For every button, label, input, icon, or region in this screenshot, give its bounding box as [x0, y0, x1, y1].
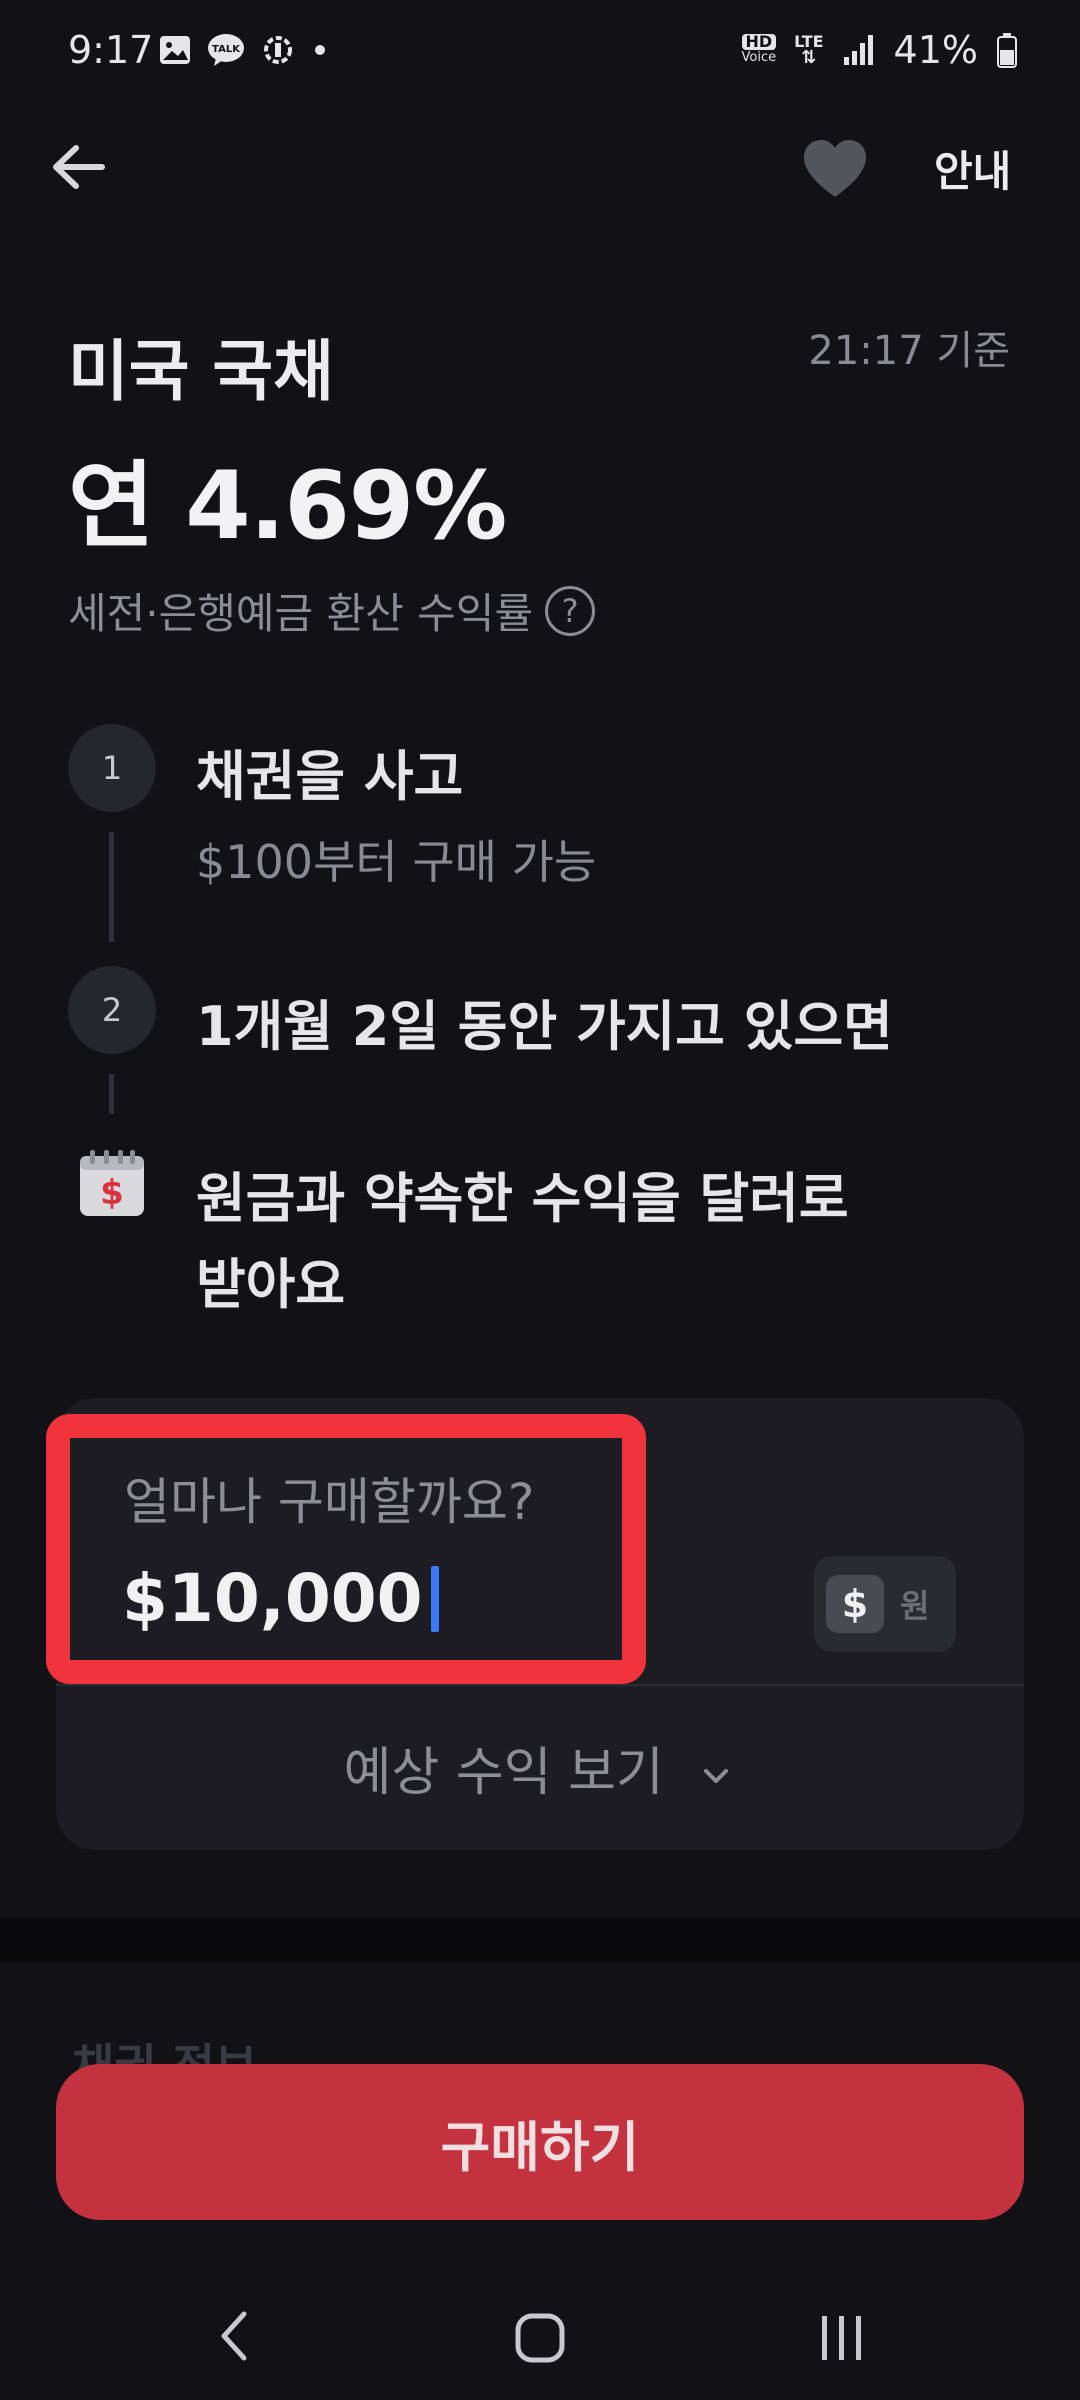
section-divider — [0, 1918, 1080, 1962]
battery-percent: 41% — [893, 28, 978, 72]
info-button[interactable]: 안내 — [934, 138, 1011, 199]
battery-icon — [997, 33, 1017, 68]
gallery-icon — [160, 36, 190, 64]
help-icon[interactable]: ? — [545, 585, 596, 636]
buy-button[interactable]: 구매하기 — [56, 2064, 1024, 2220]
annual-rate: 연 4.69% — [68, 452, 507, 561]
signal-icon — [843, 35, 873, 65]
system-nav-bar — [0, 2270, 1080, 2400]
currency-usd-option[interactable]: $ — [826, 1575, 884, 1633]
heart-icon — [804, 140, 866, 197]
lte-icon: LTE ⇅ — [794, 32, 824, 68]
step-1-title: 채권을 사고 — [196, 745, 464, 808]
notification-icons: TALK — [158, 32, 330, 68]
step-1-subtitle: $100부터 구매 가능 — [196, 835, 597, 889]
status-time: 9:17 — [68, 28, 154, 72]
hd-voice-icon: HD Voice — [741, 34, 777, 66]
expected-return-toggle[interactable]: 예상 수익 보기 — [56, 1730, 1024, 1805]
rate-note-text: 세전·은행예금 환산 수익률 — [68, 589, 534, 638]
dot-icon — [315, 45, 325, 55]
step-3-title-line1: 원금과 약속한 수익을 달러로 — [196, 1167, 849, 1230]
back-button[interactable] — [40, 130, 120, 210]
step-2-number: 2 — [68, 966, 156, 1054]
basis-time: 21:17 기준 — [808, 328, 1010, 374]
system-home-icon[interactable] — [512, 2310, 568, 2366]
settings-sync-icon — [264, 36, 292, 64]
talk-icon: TALK — [208, 34, 244, 66]
system-recents-icon[interactable] — [812, 2310, 872, 2366]
step-connector — [109, 1074, 114, 1114]
status-bar: 9:17 TALK HD Voice LTE ⇅ 41% — [0, 0, 1080, 110]
favorite-button[interactable] — [800, 135, 870, 205]
talk-badge: TALK — [212, 44, 241, 55]
system-back-icon[interactable] — [210, 2306, 260, 2366]
chevron-down-icon — [704, 1769, 729, 1783]
product-title: 미국 국채 — [68, 333, 334, 410]
step-connector — [109, 832, 114, 942]
calendar-dollar-icon: $ — [80, 1150, 144, 1216]
voice-label: Voice — [741, 50, 777, 65]
card-divider — [56, 1684, 1024, 1686]
rate-note: 세전·은행예금 환산 수익률 ? — [68, 580, 596, 641]
hd-label: HD — [741, 34, 777, 50]
currency-toggle[interactable]: $ 원 — [814, 1556, 956, 1652]
expected-return-label: 예상 수익 보기 — [343, 1743, 664, 1803]
svg-text:$: $ — [100, 1173, 124, 1213]
highlight-box — [46, 1414, 646, 1684]
step-1-number: 1 — [68, 724, 156, 812]
currency-krw-option[interactable]: 원 — [900, 1581, 929, 1627]
back-arrow-icon — [53, 145, 105, 189]
status-right: HD Voice LTE ⇅ 41% — [741, 28, 1018, 72]
step-3-title-line2: 받아요 — [196, 1253, 346, 1316]
step-2-title: 1개월 2일 동안 가지고 있으면 — [196, 995, 893, 1058]
